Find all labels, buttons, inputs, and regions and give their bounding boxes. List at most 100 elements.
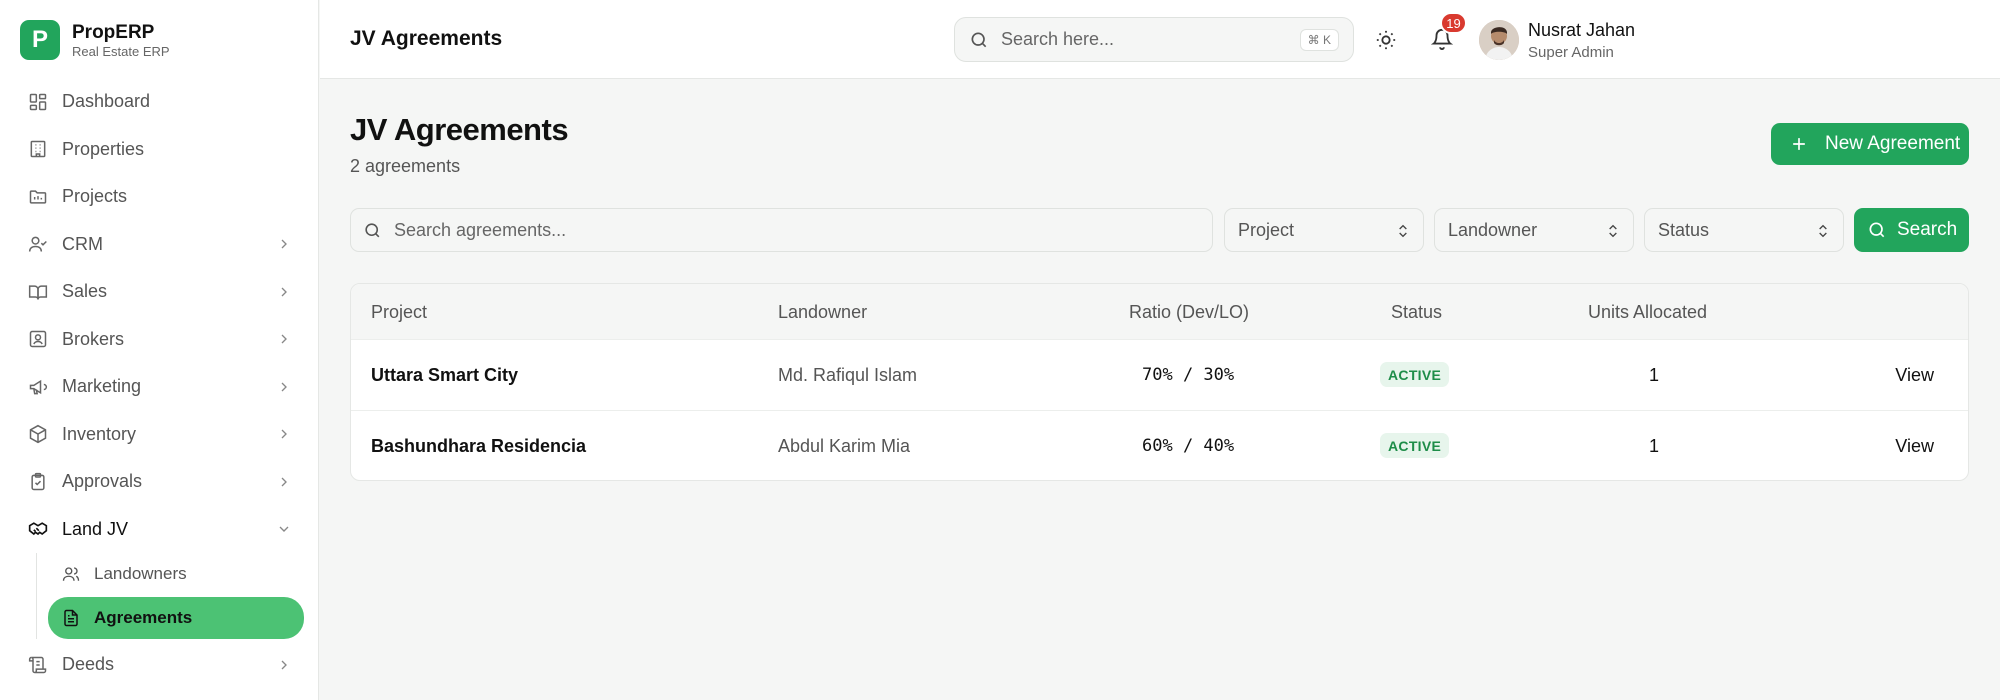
sidebar-item-label: CRM xyxy=(62,233,103,254)
sidebar-item-label: Sales xyxy=(62,281,108,302)
search-icon xyxy=(365,222,380,237)
user-name: Nusrat Jahan xyxy=(1528,20,1636,40)
sidebar-item-label: Marketing xyxy=(62,376,142,397)
shortcut-hint: ⌘ K xyxy=(1299,29,1339,51)
search-icon xyxy=(971,32,987,47)
column-header-ratio[interactable]: Ratio (Dev/LO) xyxy=(1129,302,1249,323)
clipboard-check-icon xyxy=(31,472,45,490)
sidebar-item-crm[interactable]: CRM xyxy=(16,221,304,269)
sidebar-item-approvals[interactable]: Approvals xyxy=(16,458,304,506)
sidebar-item-label: Dashboard xyxy=(62,91,151,112)
new-agreement-label: New Agreement xyxy=(1825,133,1961,154)
users-icon xyxy=(62,567,80,581)
table-row[interactable]: Uttara Smart City Md. Rafiqul Islam 70% … xyxy=(351,340,1968,411)
user-avatar[interactable] xyxy=(1479,20,1519,60)
chevron-right-icon xyxy=(281,382,287,392)
agreement-search-input[interactable] xyxy=(394,219,1174,241)
sidebar-item-label: Inventory xyxy=(62,423,137,444)
brand-subtitle: Real Estate ERP xyxy=(72,43,170,59)
sidebar-item-land-jv[interactable]: Land JV xyxy=(16,506,304,554)
sidebar-nav: Dashboard Properties Projects CRM Sales … xyxy=(16,78,304,689)
new-agreement-button[interactable]: New Agreement xyxy=(1771,123,1969,165)
building-icon xyxy=(30,141,46,158)
sidebar-item-label: Landowners xyxy=(94,564,187,583)
global-search-input[interactable] xyxy=(1001,29,1291,50)
chevron-right-icon xyxy=(281,334,287,344)
box-icon xyxy=(29,425,47,444)
sidebar-item-projects[interactable]: Projects xyxy=(16,173,304,221)
user-role: Super Admin xyxy=(1528,44,1614,61)
cell-landowner: Md. Rafiqul Islam xyxy=(778,365,918,385)
sidebar-item-label: Projects xyxy=(62,186,128,207)
theme-toggle-sun-icon[interactable] xyxy=(1375,29,1397,51)
avatar-image xyxy=(1479,20,1519,60)
view-link[interactable]: View xyxy=(1895,365,1934,386)
column-header-status[interactable]: Status xyxy=(1391,302,1442,323)
status-filter-value: Status xyxy=(1658,219,1710,240)
cell-ratio: 60% / 40% xyxy=(1142,436,1235,456)
chevron-right-icon xyxy=(281,660,287,670)
chevron-right-icon xyxy=(281,477,287,487)
land-jv-submenu: Landowners Agreements xyxy=(36,553,304,639)
sidebar: P PropERP Real Estate ERP Dashboard Prop… xyxy=(0,0,319,700)
agreement-count: 2 agreements xyxy=(350,156,461,176)
table-header: Project Landowner Ratio (Dev/LO) Status … xyxy=(351,284,1968,340)
handshake-icon xyxy=(28,522,48,536)
brand[interactable]: P PropERP Real Estate ERP xyxy=(20,20,170,60)
notification-count-badge: 19 xyxy=(1440,12,1467,34)
chevron-up-down-icon xyxy=(1819,224,1827,238)
sidebar-item-sales[interactable]: Sales xyxy=(16,268,304,316)
scroll-icon xyxy=(28,656,47,673)
column-header-landowner[interactable]: Landowner xyxy=(778,302,867,323)
sidebar-item-agreements[interactable]: Agreements xyxy=(48,597,304,639)
brand-name: PropERP xyxy=(72,21,155,43)
cell-project: Uttara Smart City xyxy=(371,365,519,385)
sidebar-item-brokers[interactable]: Brokers xyxy=(16,316,304,364)
search-button[interactable]: Search xyxy=(1854,208,1969,252)
search-icon xyxy=(1869,222,1885,238)
chevron-right-icon xyxy=(281,239,287,249)
sidebar-item-marketing[interactable]: Marketing xyxy=(16,363,304,411)
chevron-right-icon xyxy=(281,287,287,297)
sidebar-item-dashboard[interactable]: Dashboard xyxy=(16,78,304,126)
agreement-search[interactable] xyxy=(350,208,1213,252)
column-header-units[interactable]: Units Allocated xyxy=(1588,302,1707,323)
sidebar-item-label: Agreements xyxy=(94,608,193,627)
project-filter-select[interactable]: Project xyxy=(1224,208,1424,252)
view-link[interactable]: View xyxy=(1895,436,1934,457)
sidebar-item-landowners[interactable]: Landowners xyxy=(48,553,304,595)
file-text-icon xyxy=(64,609,78,627)
megaphone-icon xyxy=(29,379,48,395)
sidebar-item-properties[interactable]: Properties xyxy=(16,126,304,174)
sidebar-item-deeds[interactable]: Deeds xyxy=(16,641,304,689)
status-badge: ACTIVE xyxy=(1380,433,1450,458)
cell-landowner: Abdul Karim Mia xyxy=(778,436,911,456)
sidebar-item-inventory[interactable]: Inventory xyxy=(16,411,304,459)
landowner-filter-value: Landowner xyxy=(1448,219,1538,240)
sidebar-item-label: Properties xyxy=(62,138,145,159)
cell-project: Bashundhara Residencia xyxy=(371,436,587,456)
table-row[interactable]: Bashundhara Residencia Abdul Karim Mia 6… xyxy=(351,411,1968,480)
cell-units: 1 xyxy=(1649,436,1660,456)
landowner-filter-select[interactable]: Landowner xyxy=(1434,208,1634,252)
chevron-right-icon xyxy=(281,429,287,439)
agreements-table: Project Landowner Ratio (Dev/LO) Status … xyxy=(350,283,1969,481)
plus-icon xyxy=(1793,138,1805,150)
chevron-down-icon xyxy=(279,526,289,533)
search-button-label: Search xyxy=(1897,219,1958,240)
cell-ratio: 70% / 30% xyxy=(1142,365,1235,385)
id-badge-icon xyxy=(29,331,47,348)
folder-icon xyxy=(29,190,47,204)
global-search[interactable]: ⌘ K xyxy=(954,17,1354,62)
status-filter-select[interactable]: Status xyxy=(1644,208,1844,252)
user-check-icon xyxy=(28,236,47,252)
status-badge: ACTIVE xyxy=(1380,362,1450,387)
chevron-up-down-icon xyxy=(1399,224,1407,238)
page-title: JV Agreements xyxy=(350,112,569,147)
sidebar-item-label: Brokers xyxy=(62,328,125,349)
book-icon xyxy=(28,285,48,300)
dashboard-icon xyxy=(29,93,47,110)
column-header-project[interactable]: Project xyxy=(371,302,427,323)
chevron-up-down-icon xyxy=(1609,224,1617,238)
header-title: JV Agreements xyxy=(350,27,503,50)
